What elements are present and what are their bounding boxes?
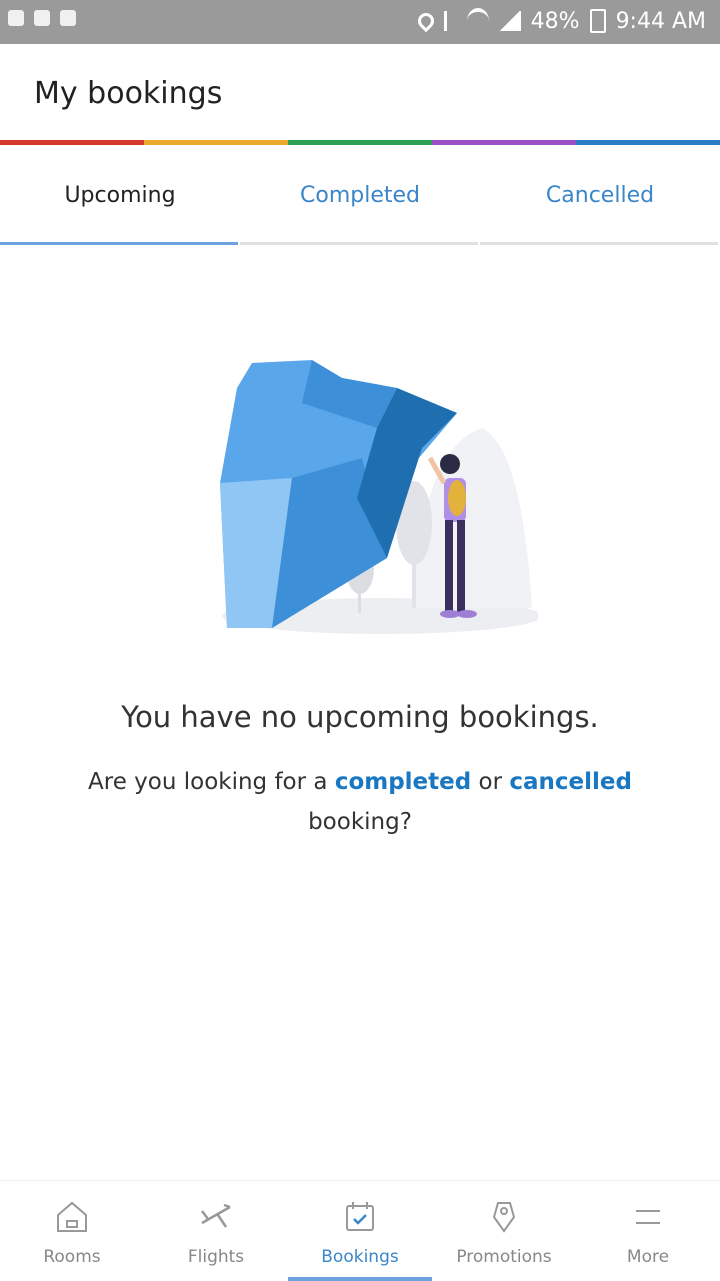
nav-item-bookings[interactable]: Bookings: [288, 1181, 432, 1281]
bottom-navigation: Rooms Flights Bookings Promotions More: [0, 1180, 720, 1281]
tab-completed[interactable]: Completed: [240, 145, 480, 245]
tab-label: Upcoming: [64, 183, 176, 208]
tab-underline: [0, 242, 238, 245]
tab-label: Completed: [300, 183, 420, 208]
booking-tabs: Upcoming Completed Cancelled: [0, 145, 720, 245]
notification-icon: [8, 10, 24, 26]
hotel-icon: [57, 1201, 87, 1232]
tab-cancelled[interactable]: Cancelled: [480, 145, 720, 245]
cancelled-link[interactable]: cancelled: [509, 769, 632, 795]
page-title: My bookings: [34, 76, 223, 111]
menu-icon: [636, 1210, 660, 1224]
notification-icons: [8, 10, 76, 26]
status-indicators: 48% 9:44 AM: [414, 8, 706, 34]
empty-state-subtitle: Are you looking for a completed or cance…: [70, 762, 650, 842]
plane-icon: [201, 1203, 231, 1228]
calendar-check-icon: [346, 1202, 374, 1231]
battery-percent: 48%: [530, 8, 580, 34]
tab-underline: [480, 242, 718, 245]
bluetooth-icon: [443, 11, 457, 31]
notification-icon: [34, 10, 50, 26]
empty-state-title: You have no upcoming bookings.: [121, 700, 599, 734]
nav-item-more[interactable]: More: [576, 1181, 720, 1281]
tab-underline: [240, 242, 478, 245]
tab-label: Cancelled: [545, 183, 655, 208]
subtitle-text: Are you looking for a: [88, 769, 328, 795]
tab-upcoming[interactable]: Upcoming: [0, 145, 240, 245]
status-bar: 48% 9:44 AM: [0, 0, 720, 44]
nav-label: More: [626, 1247, 670, 1267]
nav-item-flights[interactable]: Flights: [144, 1181, 288, 1281]
subtitle-text: or: [478, 769, 503, 795]
clock: 9:44 AM: [615, 8, 706, 34]
nav-label: Rooms: [43, 1247, 101, 1267]
tag-icon: [492, 1202, 516, 1233]
nav-item-promotions[interactable]: Promotions: [432, 1181, 576, 1281]
subtitle-text: booking?: [308, 809, 412, 835]
nav-item-rooms[interactable]: Rooms: [0, 1181, 144, 1281]
nav-label: Flights: [187, 1247, 245, 1267]
signal-icon: [498, 11, 521, 31]
notification-icon: [60, 10, 76, 26]
completed-link[interactable]: completed: [335, 769, 471, 795]
nav-label: Bookings: [321, 1247, 399, 1267]
active-indicator: [288, 1277, 432, 1281]
location-icon: [414, 9, 437, 33]
battery-icon: [589, 9, 606, 33]
nav-label: Promotions: [456, 1247, 552, 1267]
empty-state-illustration: [220, 360, 538, 634]
wifi-icon: [466, 8, 489, 34]
